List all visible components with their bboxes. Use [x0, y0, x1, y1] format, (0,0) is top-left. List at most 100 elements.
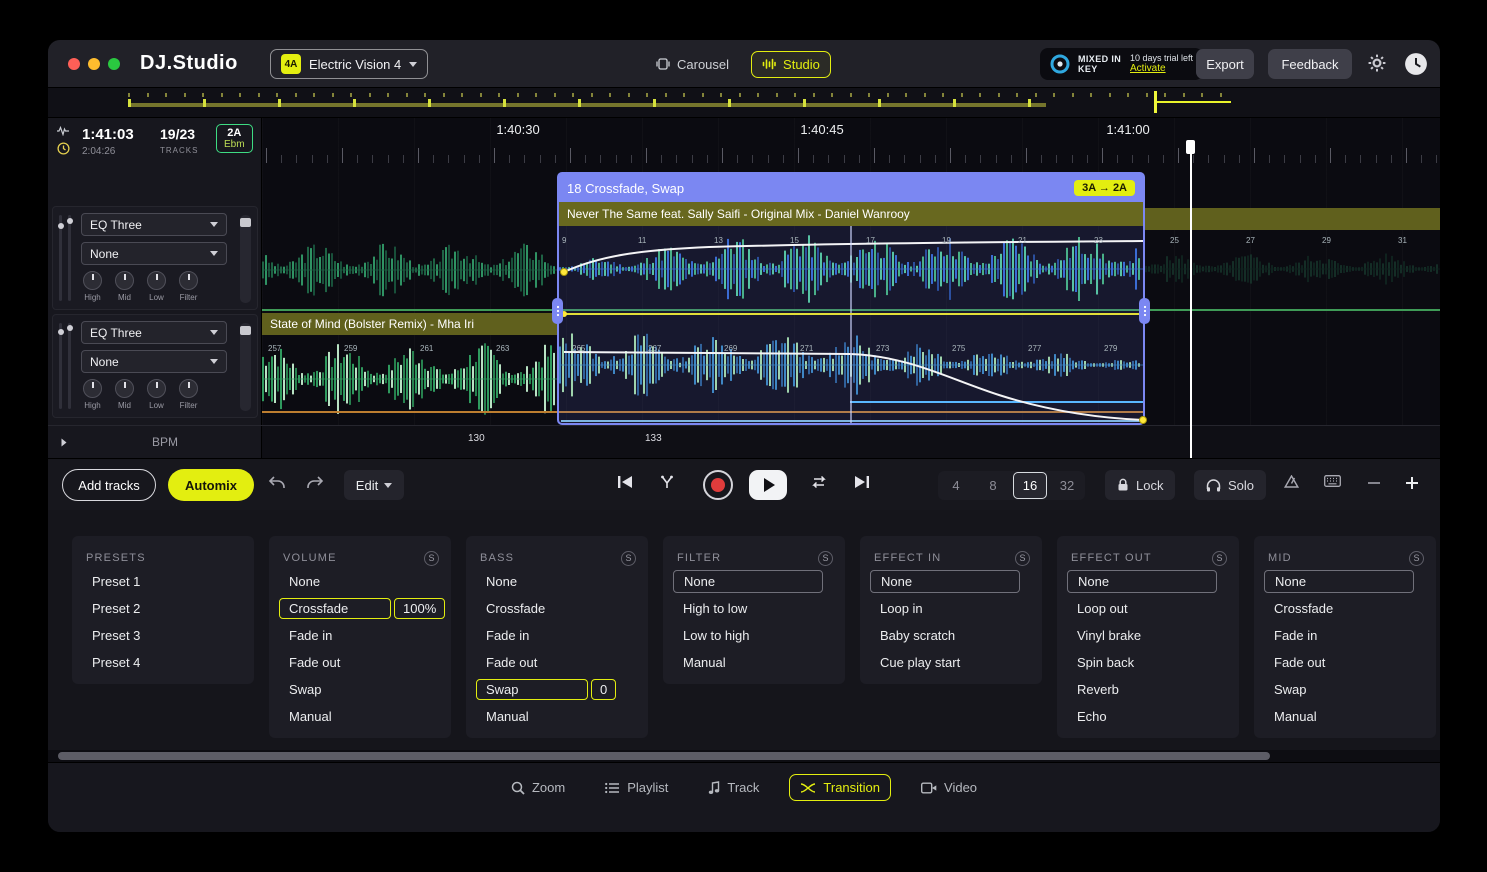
timeline[interactable]: 1:40:30 1:40:45 1:41:00 State of Mind (Bol…	[262, 118, 1440, 458]
option-swap[interactable]: Swap	[269, 676, 451, 703]
edit-menu-button[interactable]: Edit	[344, 470, 404, 500]
deck1-trim-faders[interactable]	[57, 215, 73, 301]
knob-dial[interactable]	[179, 379, 198, 398]
option-fade-in[interactable]: Fade in	[269, 622, 451, 649]
minimize-button[interactable]	[88, 58, 100, 70]
activate-link[interactable]: Activate	[1130, 63, 1193, 75]
mixed-in-key-widget[interactable]: MIXED IN KEY 10 days trial left Activate	[1040, 48, 1204, 80]
option-crossfade[interactable]: Crossfade	[466, 595, 648, 622]
overview-strip[interactable]	[48, 88, 1440, 118]
option-preset-4[interactable]: Preset 4	[72, 649, 254, 676]
crossfade-handle-right[interactable]	[1139, 298, 1150, 324]
skip-to-end-button[interactable]	[854, 475, 870, 492]
volume-curve-out[interactable]	[559, 317, 1147, 425]
tab-track[interactable]: Track	[698, 775, 769, 800]
sync-badge[interactable]: S	[424, 550, 439, 566]
add-tracks-button[interactable]: Add tracks	[62, 469, 156, 501]
knob-dial[interactable]	[83, 379, 102, 398]
option-loop-out[interactable]: Loop out	[1057, 595, 1239, 622]
option-fade-in[interactable]: Fade in	[466, 622, 648, 649]
zoom-in-button[interactable]	[1404, 475, 1420, 494]
knob-filter[interactable]: Filter	[179, 271, 198, 302]
solo-button[interactable]: Solo	[1194, 470, 1267, 500]
knob-mid[interactable]: Mid	[115, 379, 134, 410]
select-effect-in[interactable]: None	[870, 570, 1020, 593]
knob-low[interactable]: Low	[147, 379, 166, 410]
playhead[interactable]	[1186, 140, 1195, 458]
keyboard-shortcuts-button[interactable]	[1324, 475, 1341, 490]
tab-transition[interactable]: Transition	[789, 774, 892, 801]
toggle-carousel[interactable]: Carousel	[646, 52, 739, 77]
account-avatar[interactable]	[1404, 52, 1428, 76]
option-cue-play-start[interactable]: Cue play start	[860, 649, 1042, 676]
deck1-volume-slider[interactable]	[240, 215, 251, 303]
option-vinyl-brake[interactable]: Vinyl brake	[1057, 622, 1239, 649]
waveform-lane-a-left[interactable]	[262, 240, 557, 300]
option-crossfade[interactable]: Crossfade 100%	[269, 595, 451, 622]
automix-point-button[interactable]	[660, 475, 674, 492]
option-swap[interactable]: Swap	[1254, 676, 1436, 703]
mix-selector[interactable]: 4A Electric Vision 4	[270, 49, 429, 79]
close-button[interactable]	[68, 58, 80, 70]
timeline-ruler[interactable]: 1:40:30 1:40:45 1:41:00	[262, 118, 1440, 165]
lock-button[interactable]: Lock	[1105, 470, 1176, 500]
crossfade-header[interactable]: 18 Crossfade, Swap 3A → 2A	[559, 174, 1143, 202]
option-swap[interactable]: Swap 0	[466, 676, 648, 703]
option-high-to-low[interactable]: High to low	[663, 595, 845, 622]
maximize-button[interactable]	[108, 58, 120, 70]
overview-playhead[interactable]	[1154, 91, 1157, 113]
knob-filter[interactable]: Filter	[179, 379, 198, 410]
redo-button[interactable]	[306, 475, 324, 494]
sync-badge[interactable]: S	[1015, 550, 1030, 566]
sync-badge[interactable]: S	[818, 550, 833, 566]
select-mid[interactable]: None	[1264, 570, 1414, 593]
loop-button[interactable]	[810, 475, 828, 492]
option-manual[interactable]: Manual	[1254, 703, 1436, 730]
option-none[interactable]: None	[269, 568, 451, 595]
deck2-trim-faders[interactable]	[57, 323, 73, 409]
option-low-to-high[interactable]: Low to high	[663, 622, 845, 649]
feedback-button[interactable]: Feedback	[1268, 49, 1352, 79]
option-manual[interactable]: Manual	[663, 649, 845, 676]
metronome-button[interactable]	[1283, 474, 1300, 491]
grid-option-4[interactable]: 4	[939, 472, 973, 499]
select-filter[interactable]: None	[673, 570, 823, 593]
deck2-effect-select[interactable]: None	[81, 350, 227, 373]
waveform-lane-b-left[interactable]	[262, 340, 557, 418]
settings-gear-icon[interactable]	[1368, 54, 1386, 77]
scrollbar-thumb[interactable]	[58, 752, 1270, 760]
option-baby-scratch[interactable]: Baby scratch	[860, 622, 1042, 649]
deck2-eq-select[interactable]: EQ Three	[81, 321, 227, 344]
knob-dial[interactable]	[83, 271, 102, 290]
record-button[interactable]	[703, 470, 733, 500]
option-fade-out[interactable]: Fade out	[269, 649, 451, 676]
automix-button[interactable]: Automix	[168, 469, 254, 501]
zoom-out-button[interactable]	[1366, 475, 1382, 494]
grid-option-16[interactable]: 16	[1013, 472, 1047, 499]
undo-button[interactable]	[268, 475, 286, 494]
track-a-title-bar[interactable]: Never The Same feat. Sally Saifi - Origi…	[559, 202, 1143, 226]
deck2-volume-slider[interactable]	[240, 323, 251, 411]
option-fade-in[interactable]: Fade in	[1254, 622, 1436, 649]
option-value[interactable]: 0	[591, 679, 617, 700]
option-none[interactable]: None	[466, 568, 648, 595]
knob-mid[interactable]: Mid	[115, 271, 134, 302]
option-manual[interactable]: Manual	[269, 703, 451, 730]
option-loop-in[interactable]: Loop in	[860, 595, 1042, 622]
grid-option-8[interactable]: 8	[976, 472, 1010, 499]
playhead-handle[interactable]	[1186, 140, 1195, 154]
crossfade-divider[interactable]	[850, 226, 852, 423]
sync-badge[interactable]: S	[1409, 550, 1424, 566]
automation-line-yellow[interactable]	[559, 311, 1143, 317]
option-preset-3[interactable]: Preset 3	[72, 622, 254, 649]
crossfade-region[interactable]: 18 Crossfade, Swap 3A → 2A Never The Sam…	[552, 172, 1150, 425]
option-fade-out[interactable]: Fade out	[1254, 649, 1436, 676]
option-manual[interactable]: Manual	[466, 703, 648, 730]
sync-badge[interactable]: S	[621, 550, 636, 566]
grid-option-32[interactable]: 32	[1050, 472, 1084, 499]
expand-chevron-icon[interactable]	[61, 438, 67, 446]
option-echo[interactable]: Echo	[1057, 703, 1239, 730]
knob-high[interactable]: High	[83, 379, 102, 410]
knob-dial[interactable]	[179, 271, 198, 290]
knob-dial[interactable]	[147, 379, 166, 398]
